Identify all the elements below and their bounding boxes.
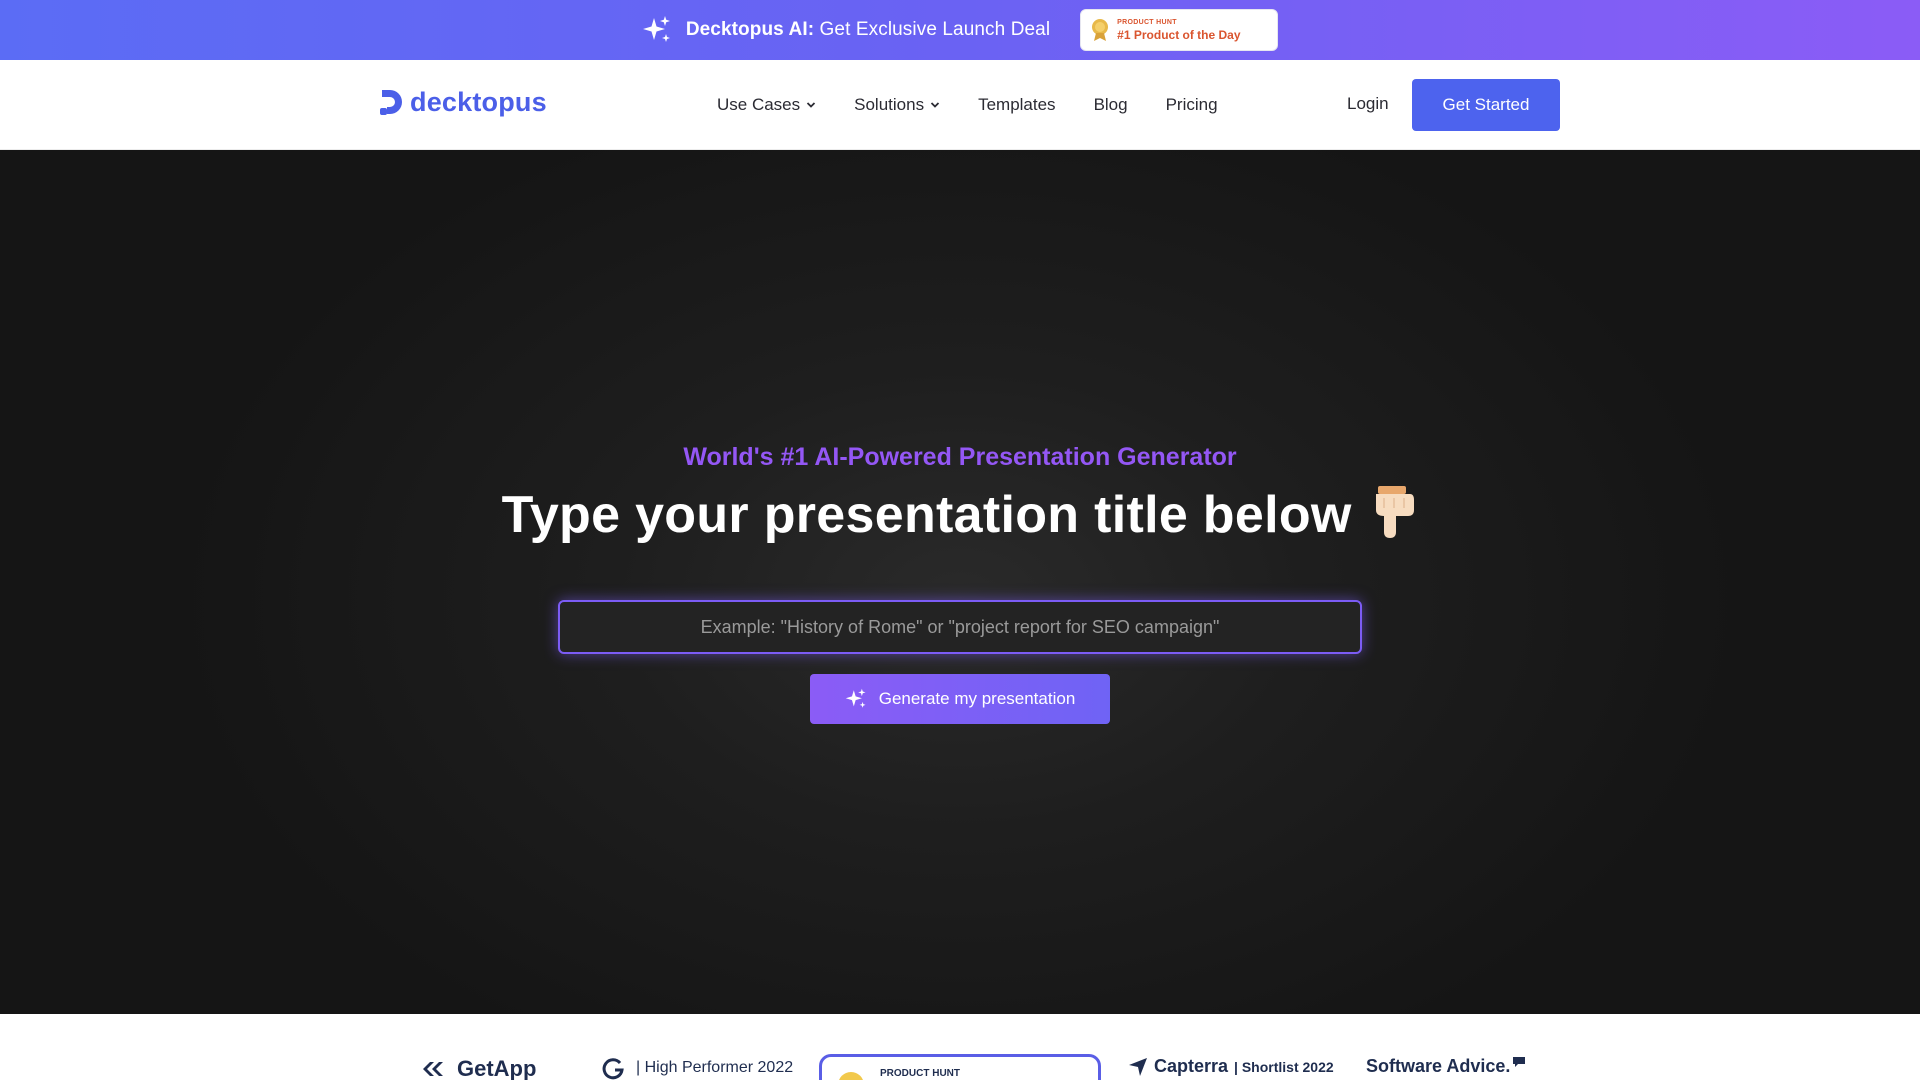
promo-banner[interactable]: Decktopus AI: Get Exclusive Launch Deal … <box>0 0 1920 60</box>
nav-item-label: Solutions <box>854 95 925 114</box>
hero-headline-text: Type your presentation title below <box>501 486 1352 544</box>
nav-item-label: Blog <box>1093 95 1128 114</box>
chat-bubble-icon <box>1513 1057 1526 1067</box>
hero-headline: Type your presentation title below <box>0 484 1920 545</box>
generate-button-label: Generate my presentation <box>878 689 1076 708</box>
nav-item-label: Pricing <box>1165 95 1218 114</box>
chevron-down-icon <box>807 102 816 108</box>
logo[interactable]: decktopus <box>378 87 547 118</box>
badge-title: #1 Product of the Day <box>1117 28 1241 42</box>
nav-item-label: Templates <box>978 95 1056 114</box>
software-advice-award: Software Advice. <box>1366 1056 1526 1077</box>
nav-item-label: Use Cases <box>717 95 801 114</box>
nav-item-solutions[interactable]: Solutions <box>854 95 940 115</box>
product-hunt-label: PRODUCT HUNT <box>880 1068 960 1079</box>
top-nav: decktopus Use Cases Solutions Templates … <box>0 60 1920 150</box>
capterra-label: Capterra <box>1154 1056 1229 1076</box>
product-hunt-badge[interactable]: PRODUCT HUNT #1 Product of the Day <box>1080 9 1279 51</box>
getapp-logo-icon <box>423 1062 443 1076</box>
login-link[interactable]: Login <box>1347 94 1389 114</box>
hero-eyebrow: World's #1 AI-Powered Presentation Gener… <box>683 443 1237 471</box>
product-hunt-award: PRODUCT HUNT <box>819 1054 1101 1080</box>
medal-icon <box>1092 19 1109 41</box>
pointing-down-hand-icon <box>1376 486 1415 538</box>
capterra-logo-icon <box>1129 1057 1147 1076</box>
getapp-label: GetApp <box>457 1056 537 1080</box>
logo-text: decktopus <box>410 87 547 117</box>
sparkle-icon <box>642 16 670 42</box>
g2-label: | High Performer 2022 <box>636 1059 794 1076</box>
promo-brand: Decktopus AI: <box>685 19 815 40</box>
nav-item-use-cases[interactable]: Use Cases <box>717 95 816 115</box>
hero-section: World's #1 AI-Powered Presentation Gener… <box>0 150 1920 1014</box>
getapp-award: GetApp <box>421 1056 536 1080</box>
decktopus-logo-icon <box>380 89 402 115</box>
capterra-award: Capterra | Shortlist 2022 <box>1128 1056 1334 1077</box>
g2-award: | High Performer 2022 <box>602 1056 793 1080</box>
capterra-sub: | Shortlist 2022 <box>1234 1058 1334 1075</box>
medal-icon <box>838 1072 864 1080</box>
g2-logo-icon <box>602 1058 624 1080</box>
sparkle-icon <box>845 688 866 708</box>
presentation-title-input[interactable] <box>560 602 1360 652</box>
presentation-title-field <box>558 600 1362 654</box>
promo-text: Decktopus AI: Get Exclusive Launch Deal <box>686 19 1050 41</box>
nav-links: Use Cases Solutions Templates Blog Prici… <box>717 60 1218 150</box>
software-advice-label: Software Advice. <box>1366 1056 1511 1076</box>
badge-label: PRODUCT HUNT <box>1117 19 1177 26</box>
get-started-button[interactable]: Get Started <box>1412 79 1560 131</box>
generate-presentation-button[interactable]: Generate my presentation <box>810 674 1110 724</box>
promo-offer: Get Exclusive Launch Deal <box>819 19 1051 40</box>
nav-item-pricing[interactable]: Pricing <box>1166 95 1218 115</box>
chevron-down-icon <box>930 102 940 108</box>
nav-item-blog[interactable]: Blog <box>1094 95 1128 115</box>
nav-item-templates[interactable]: Templates <box>978 95 1055 115</box>
awards-strip: GetApp | High Performer 2022 PRODUCT HUN… <box>0 1014 1920 1080</box>
